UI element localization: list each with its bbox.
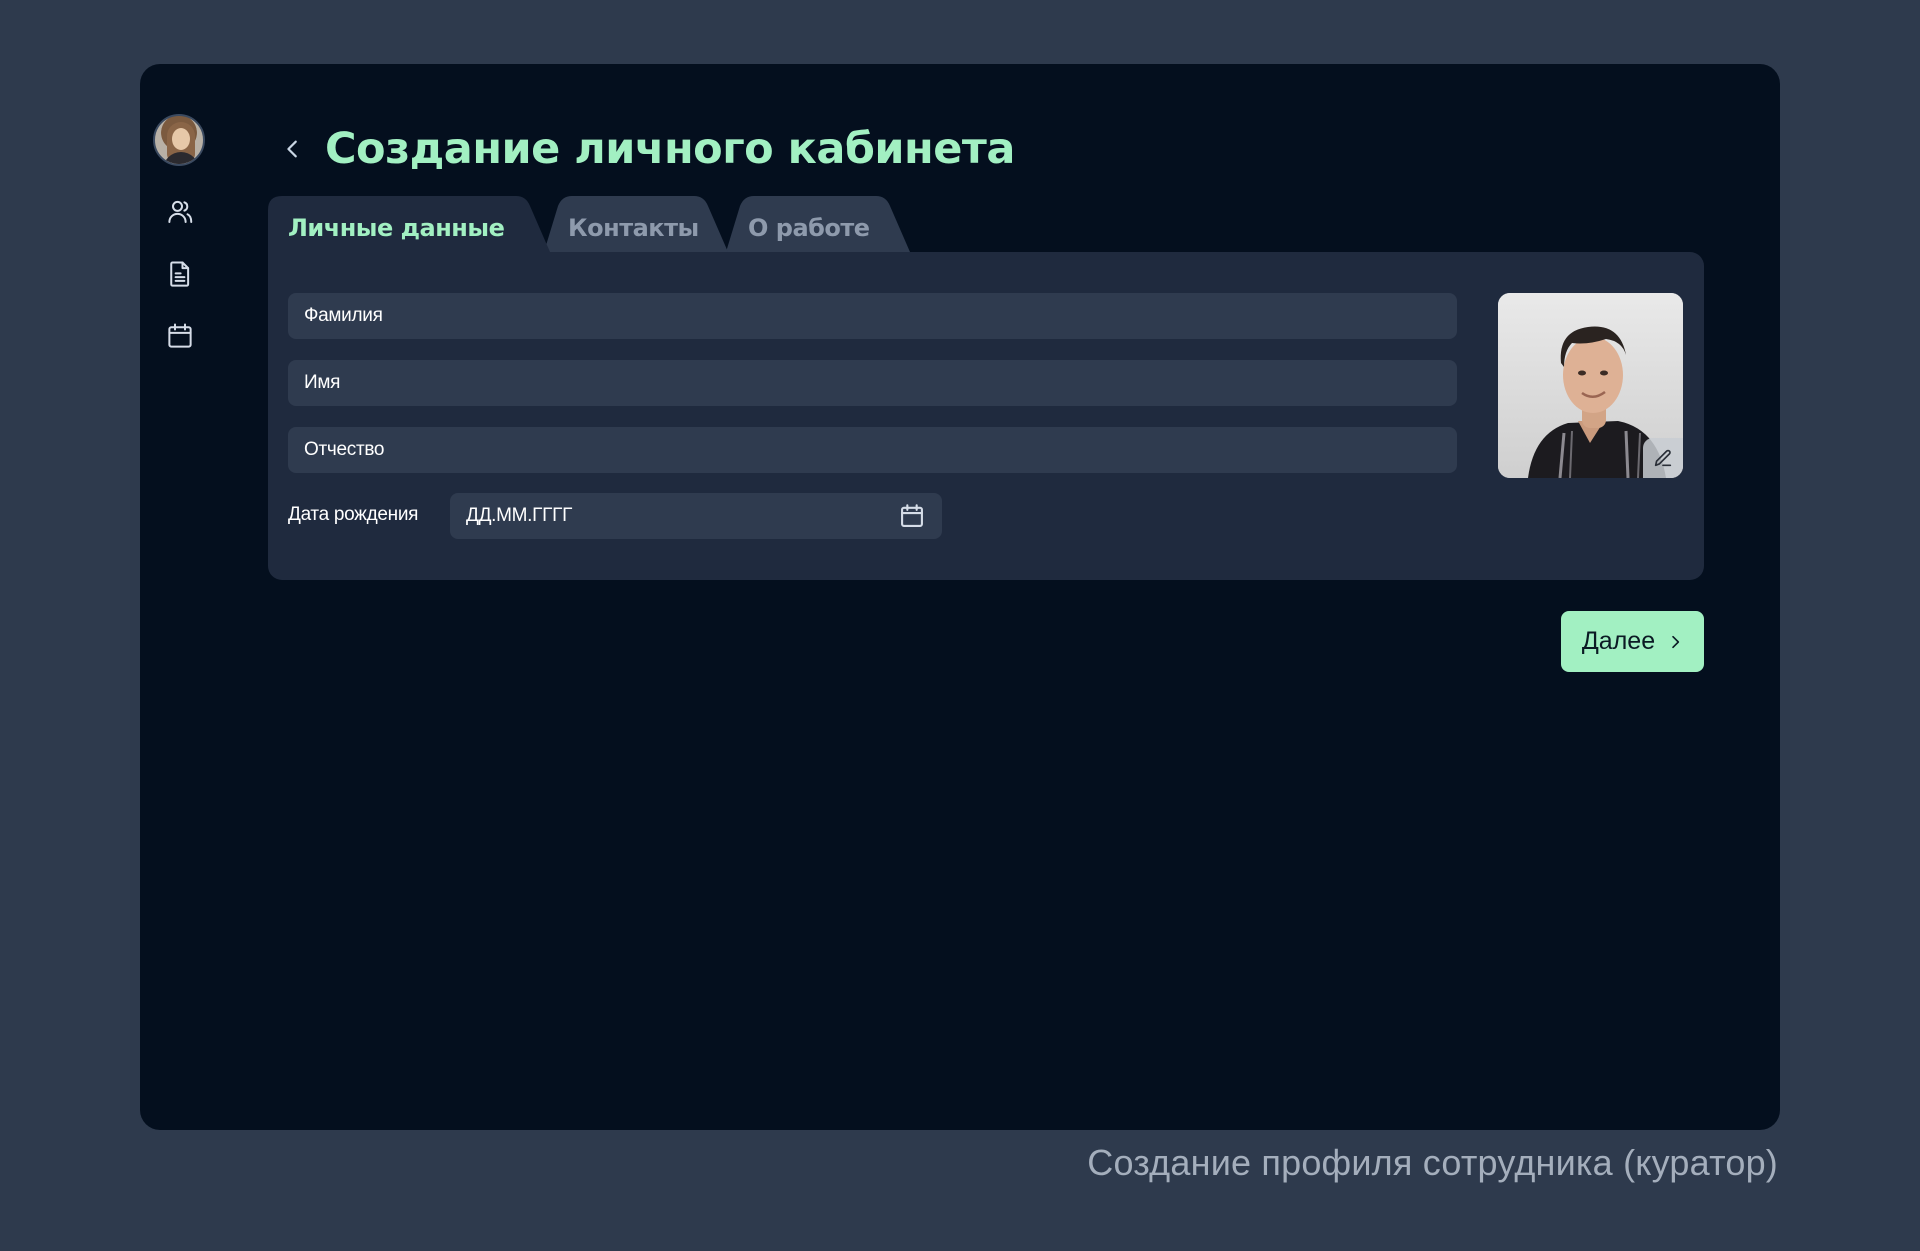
- avatar-face: [172, 128, 190, 150]
- tab-contacts[interactable]: Контакты: [536, 196, 736, 260]
- calendar-icon: [168, 323, 192, 348]
- sidebar-item-users[interactable]: [164, 196, 196, 228]
- page-title: Создание личного кабинета: [325, 124, 1015, 174]
- dob-calendar-button[interactable]: [898, 502, 926, 530]
- profile-photo: [1498, 293, 1683, 478]
- firstname-input[interactable]: [288, 360, 1457, 406]
- tab-label: О работе: [748, 214, 870, 242]
- pencil-icon: [1654, 449, 1672, 467]
- tab-label: Личные данные: [288, 214, 505, 242]
- users-icon: [168, 200, 193, 223]
- patronymic-input[interactable]: [288, 427, 1457, 473]
- app-window: Создание личного кабинета Личные данные …: [140, 64, 1780, 1130]
- next-button-label: Далее: [1581, 627, 1656, 655]
- edit-photo-button[interactable]: [1643, 438, 1683, 478]
- personal-data-panel: Дата рождения: [268, 252, 1704, 580]
- dob-label: Дата рождения: [288, 504, 419, 525]
- tab-about-work[interactable]: О работе: [718, 196, 918, 260]
- tab-personal-data[interactable]: Личные данные: [268, 196, 558, 260]
- chevron-left-icon: [287, 140, 297, 158]
- back-button[interactable]: [275, 131, 311, 167]
- next-button[interactable]: Далее: [1561, 611, 1704, 672]
- lastname-input[interactable]: [288, 293, 1457, 339]
- sidebar-item-documents[interactable]: [164, 258, 196, 290]
- dob-input[interactable]: [450, 493, 890, 539]
- document-icon: [170, 261, 190, 287]
- dob-field: [450, 493, 942, 539]
- user-avatar[interactable]: [153, 114, 205, 166]
- page-header: Создание личного кабинета: [275, 119, 1015, 179]
- calendar-icon: [901, 504, 923, 527]
- sidebar-item-calendar[interactable]: [164, 320, 196, 352]
- screen-caption: Создание профиля сотрудника (куратор): [1087, 1142, 1778, 1183]
- tab-label: Контакты: [568, 214, 699, 242]
- chevron-right-icon: [1672, 635, 1680, 648]
